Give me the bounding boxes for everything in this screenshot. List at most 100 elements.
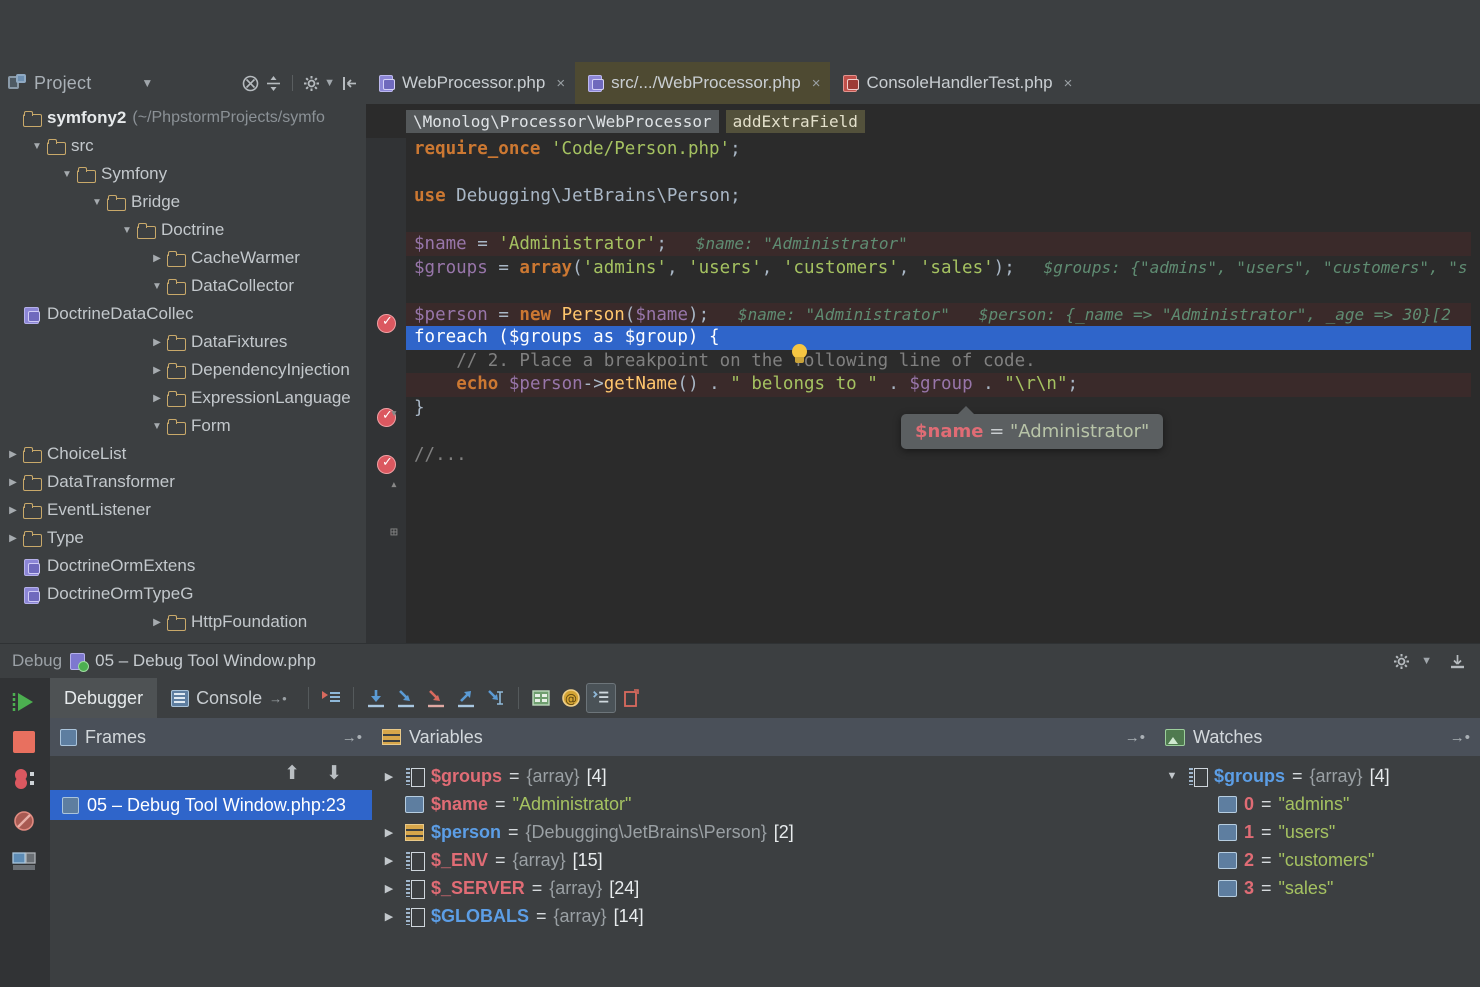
- variable-row[interactable]: 3="sales": [1155, 874, 1480, 902]
- variable-row[interactable]: ▼$groups={array}[4]: [1155, 762, 1480, 790]
- fold-collapse-icon[interactable]: ▾: [390, 406, 398, 421]
- gear-dropdown-icon[interactable]: ▼: [1421, 656, 1432, 667]
- tree-row[interactable]: ▶Type: [0, 524, 366, 552]
- editor-tab[interactable]: WebProcessor.php×: [366, 62, 575, 104]
- chevron-right-icon[interactable]: ▶: [380, 854, 398, 867]
- code-line[interactable]: $name = 'Administrator'; $name: "Adminis…: [406, 232, 1480, 256]
- tree-row[interactable]: ▶HttpFoundation: [0, 608, 366, 636]
- tree-row[interactable]: ▶DoctrineDataCollec: [0, 300, 366, 328]
- variable-row[interactable]: ▶$_ENV={array}[15]: [372, 846, 1155, 874]
- resume-program-icon[interactable]: [0, 678, 50, 719]
- variable-row[interactable]: ▶$GLOBALS={array}[14]: [372, 902, 1155, 930]
- close-icon[interactable]: ×: [1064, 75, 1073, 92]
- intention-bulb-icon[interactable]: [790, 344, 810, 368]
- tree-row[interactable]: ▶CacheWarmer: [0, 244, 366, 272]
- editor-tab[interactable]: ConsoleHandlerTest.php×: [830, 62, 1082, 104]
- tree-twisty[interactable]: ▶: [148, 393, 166, 404]
- code-line[interactable]: [406, 279, 1480, 303]
- gear-icon[interactable]: [303, 75, 320, 92]
- variable-row[interactable]: ▶$_SERVER={array}[24]: [372, 874, 1155, 902]
- code-line[interactable]: // 2. Place a breakpoint on the followin…: [406, 350, 1480, 374]
- gear-icon[interactable]: [1393, 653, 1410, 670]
- breakpoint-icon[interactable]: [377, 455, 396, 474]
- watch-icon[interactable]: @: [556, 683, 586, 713]
- tree-twisty[interactable]: ▶: [148, 337, 166, 348]
- tree-row[interactable]: ▼DataCollector: [0, 272, 366, 300]
- tree-row[interactable]: ▼Bridge: [0, 188, 366, 216]
- code-line[interactable]: [406, 209, 1480, 233]
- code-line[interactable]: echo $person->getName() . " belongs to "…: [406, 373, 1480, 397]
- tree-row[interactable]: ▶DoctrineOrmTypeG: [0, 580, 366, 608]
- pin-tab-icon[interactable]: →•: [269, 691, 287, 706]
- variable-row[interactable]: ▶$person={Debugging\JetBrains\Person}[2]: [372, 818, 1155, 846]
- force-step-into-icon[interactable]: [421, 683, 451, 713]
- editor-gutter[interactable]: ▾ ▴ ⊞: [366, 138, 406, 644]
- pin-icon[interactable]: →•: [342, 729, 362, 746]
- editor-scrollbar[interactable]: [1471, 138, 1480, 644]
- code-line[interactable]: use Debugging\JetBrains\Person;: [406, 185, 1480, 209]
- tree-twisty[interactable]: ▼: [148, 281, 166, 292]
- hide-icon[interactable]: [341, 75, 358, 92]
- tree-twisty[interactable]: ▼: [28, 141, 46, 152]
- code-line[interactable]: $person = new Person($name); $name: "Adm…: [406, 303, 1480, 327]
- tree-row[interactable]: ▶DataFixtures: [0, 328, 366, 356]
- fold-expand-icon[interactable]: ⊞: [390, 525, 398, 540]
- tree-row[interactable]: ▶DoctrineOrmExtens: [0, 552, 366, 580]
- breadcrumb-class[interactable]: \Monolog\Processor\WebProcessor: [406, 110, 719, 133]
- variable-row[interactable]: 0="admins": [1155, 790, 1480, 818]
- tree-row[interactable]: ▶DependencyInjection: [0, 356, 366, 384]
- editor-tab[interactable]: src/.../WebProcessor.php×: [575, 62, 830, 104]
- code-line[interactable]: require_once 'Code/Person.php';: [406, 138, 1480, 162]
- pin-icon[interactable]: →•: [1125, 729, 1145, 746]
- variable-row[interactable]: $name="Administrator": [372, 790, 1155, 818]
- tab-console[interactable]: Console →•: [157, 678, 301, 718]
- code-line[interactable]: [406, 162, 1480, 186]
- chevron-right-icon[interactable]: ▶: [380, 882, 398, 895]
- tree-twisty[interactable]: ▶: [4, 477, 22, 488]
- close-icon[interactable]: [616, 683, 646, 713]
- collapse-all-icon[interactable]: [242, 75, 259, 92]
- tree-twisty[interactable]: ▼: [58, 169, 76, 180]
- view-breakpoints-icon[interactable]: [0, 753, 50, 796]
- tree-row[interactable]: ▶ExpressionLanguage: [0, 384, 366, 412]
- show-execution-point-icon[interactable]: [316, 683, 346, 713]
- arrow-down-icon[interactable]: ⬇: [326, 762, 342, 785]
- code-line[interactable]: $groups = array('admins', 'users', 'cust…: [406, 256, 1480, 280]
- tree-twisty[interactable]: ▼: [148, 421, 166, 432]
- tree-twisty[interactable]: ▼: [118, 225, 136, 236]
- close-icon[interactable]: ×: [812, 75, 821, 92]
- gear-dropdown-icon[interactable]: ▼: [324, 78, 335, 89]
- chevron-right-icon[interactable]: ▶: [380, 826, 398, 839]
- arrow-up-icon[interactable]: ⬆: [284, 762, 300, 785]
- expand-split-icon[interactable]: [265, 75, 282, 92]
- project-tree[interactable]: ▶ symfony2 (~/PhpstormProjects/symfo ▼sr…: [0, 104, 366, 644]
- close-icon[interactable]: ×: [556, 75, 565, 92]
- chevron-right-icon[interactable]: ▶: [380, 910, 398, 923]
- mute-breakpoints-icon[interactable]: [0, 796, 50, 838]
- tree-row[interactable]: ▼src: [0, 132, 366, 160]
- code-line[interactable]: foreach ($groups as $group) {: [406, 326, 1480, 350]
- tree-twisty[interactable]: ▶: [4, 533, 22, 544]
- code-content[interactable]: require_once 'Code/Person.php'; use Debu…: [406, 138, 1480, 644]
- chevron-down-icon[interactable]: ▼: [1163, 770, 1181, 782]
- settings-icon[interactable]: [0, 838, 50, 877]
- step-over-icon[interactable]: [361, 683, 391, 713]
- breakpoint-icon[interactable]: [377, 314, 396, 333]
- frame-row[interactable]: 05 – Debug Tool Window.php:23: [50, 790, 372, 820]
- breadcrumb-method[interactable]: addExtraField: [726, 110, 865, 133]
- variable-row[interactable]: 1="users": [1155, 818, 1480, 846]
- tab-debugger[interactable]: Debugger: [50, 678, 157, 718]
- fold-end-icon[interactable]: ▴: [390, 477, 398, 492]
- variable-row[interactable]: 2="customers": [1155, 846, 1480, 874]
- tree-row[interactable]: ▶DataTransformer: [0, 468, 366, 496]
- hide-icon[interactable]: [1449, 653, 1466, 670]
- run-to-cursor-icon[interactable]: [481, 683, 511, 713]
- step-into-icon[interactable]: [391, 683, 421, 713]
- tree-twisty[interactable]: ▶: [148, 253, 166, 264]
- settings-icon[interactable]: [586, 683, 616, 713]
- tree-row[interactable]: ▼Doctrine: [0, 216, 366, 244]
- variable-row[interactable]: ▶$groups={array}[4]: [372, 762, 1155, 790]
- tree-twisty[interactable]: ▼: [88, 197, 106, 208]
- chevron-down-icon[interactable]: ▼: [141, 77, 153, 89]
- tree-twisty[interactable]: ▶: [148, 617, 166, 628]
